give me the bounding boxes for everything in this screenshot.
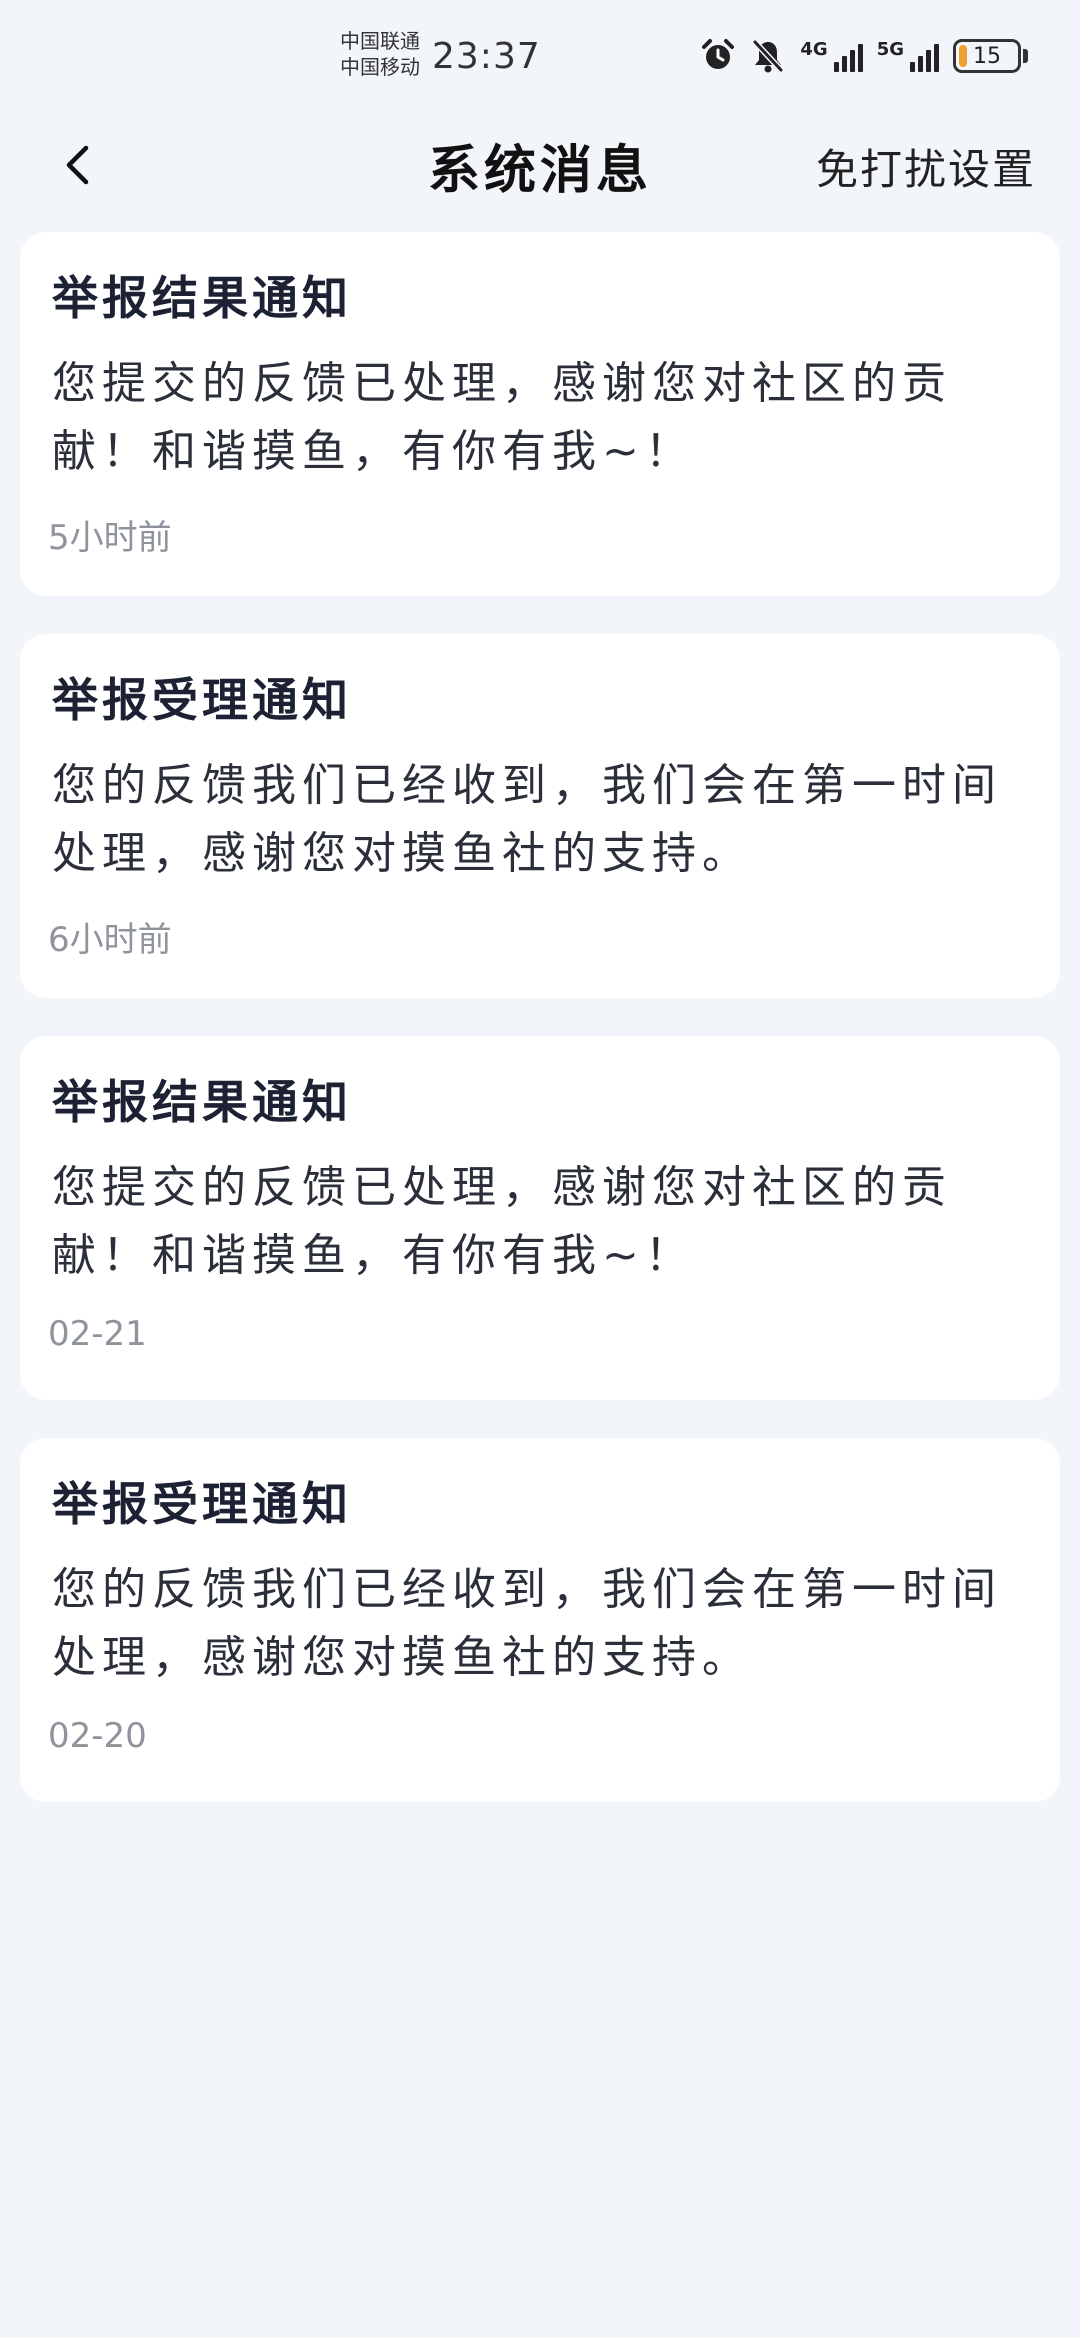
battery-body: 15 <box>953 39 1021 73</box>
message-body: 您的反馈我们已经收到，我们会在第一时间处理，感谢您对摸鱼社的支持。 <box>52 760 1002 879</box>
message-card[interactable]: 举报结果通知 您提交的反馈已处理，感谢您对社区的贡献！和谐摸鱼，有你有我~！ 5… <box>20 232 1060 596</box>
message-title: 举报结果通知 <box>52 271 352 325</box>
message-time: 02-20 <box>48 1716 147 1756</box>
message-card[interactable]: 举报受理通知 您的反馈我们已经收到，我们会在第一时间处理，感谢您对摸鱼社的支持。… <box>20 1438 1060 1802</box>
signal-5g: 5G <box>876 39 939 72</box>
message-title: 举报结果通知 <box>52 1075 352 1129</box>
message-time: 6小时前 <box>48 920 172 960</box>
carrier-1: 中国联通 <box>340 29 420 53</box>
do-not-disturb-settings-link[interactable]: 免打扰设置 <box>816 136 1036 197</box>
battery-fill <box>959 45 967 67</box>
message-time: 5小时前 <box>48 518 172 558</box>
battery-nub <box>1023 49 1028 63</box>
message-list: 举报结果通知 您提交的反馈已处理，感谢您对社区的贡献！和谐摸鱼，有你有我~！ 5… <box>20 232 1060 1840</box>
alarm-icon <box>700 38 736 74</box>
message-time: 02-21 <box>48 1314 147 1354</box>
message-title: 举报受理通知 <box>52 673 352 727</box>
message-card[interactable]: 举报受理通知 您的反馈我们已经收到，我们会在第一时间处理，感谢您对摸鱼社的支持。… <box>20 634 1060 998</box>
message-card[interactable]: 举报结果通知 您提交的反馈已处理，感谢您对社区的贡献！和谐摸鱼，有你有我~！ 0… <box>20 1036 1060 1400</box>
battery-icon: 15 <box>953 39 1028 73</box>
carrier-info: 中国联通 中国移动 <box>340 28 420 80</box>
message-body: 您提交的反馈已处理，感谢您对社区的贡献！和谐摸鱼，有你有我~！ <box>52 358 952 477</box>
signal-bars-icon <box>833 40 863 72</box>
mute-bell-icon <box>750 38 786 74</box>
message-body: 您的反馈我们已经收到，我们会在第一时间处理，感谢您对摸鱼社的支持。 <box>52 1564 1002 1683</box>
message-body: 您提交的反馈已处理，感谢您对社区的贡献！和谐摸鱼，有你有我~！ <box>52 1162 952 1281</box>
top-bar: 系统消息 免打扰设置 <box>0 110 1080 220</box>
message-title: 举报受理通知 <box>52 1477 352 1531</box>
signal-bars-icon <box>910 40 939 72</box>
net-5g-label: 5G <box>876 39 904 60</box>
status-time: 23:37 <box>432 36 541 77</box>
net-4g-label: 4G <box>800 39 828 60</box>
signal-4g: 4G <box>800 39 863 72</box>
carrier-2: 中国移动 <box>340 55 420 79</box>
status-bar: 中国联通 中国移动 23:37 4G 5G 15 <box>0 0 1080 110</box>
battery-level: 15 <box>973 43 1001 69</box>
status-icons: 4G 5G 15 <box>700 38 1028 74</box>
